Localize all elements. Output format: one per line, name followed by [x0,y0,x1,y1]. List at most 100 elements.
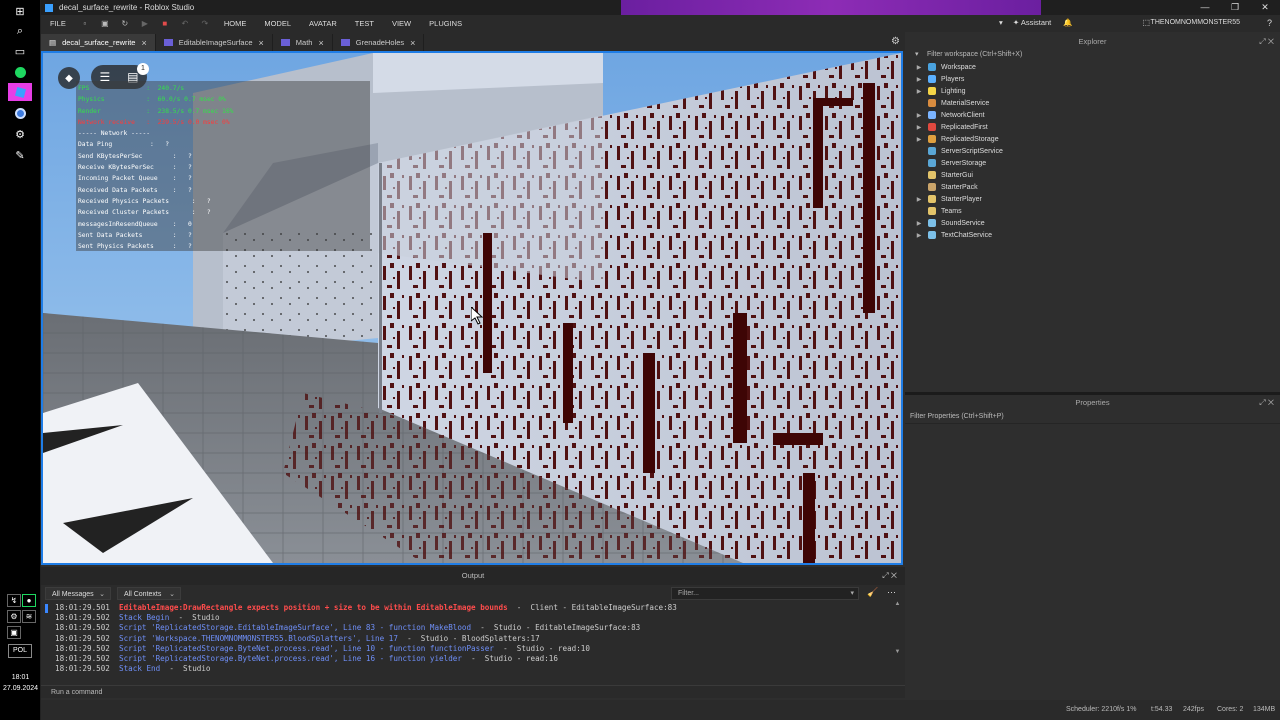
explorer-item[interactable]: MaterialService [905,97,1280,109]
menu-test[interactable]: TEST [346,19,383,28]
explorer-item[interactable]: ServerStorage [905,157,1280,169]
task-view-icon[interactable]: ▭ [8,42,32,60]
maximize-button[interactable]: ❐ [1220,0,1250,15]
share-icon[interactable]: ⬚ [1142,18,1150,27]
explorer-item[interactable]: ▶ Lighting [905,85,1280,97]
explorer-item[interactable]: ▶ ReplicatedStorage [905,133,1280,145]
expand-arrow-icon[interactable]: ▶ [910,196,928,203]
tray-app-icon[interactable]: ↯ [7,594,21,607]
explorer-item[interactable]: ServerScriptService [905,145,1280,157]
clock[interactable]: 18:01 27.09.2024 [0,672,41,694]
messages-filter-dropdown[interactable]: All Messages ⌄ [45,587,111,600]
tab-decal-surface-rewrite[interactable]: ▤ decal_surface_rewrite × [41,34,156,51]
output-line[interactable]: 18:01:29.502 Script 'Workspace.THENOMNOM… [41,634,903,644]
chevron-down-icon: ⌄ [169,591,175,598]
mouse-cursor-icon [471,307,483,325]
help-icon[interactable]: ? [1267,18,1272,28]
command-bar[interactable]: Run a command [41,685,905,698]
explorer-item[interactable]: ▶ Players [905,73,1280,85]
tab-grenade-holes[interactable]: GrenadeHoles × [333,34,425,51]
output-line[interactable]: 18:01:29.502 Script 'ReplicatedStorage.E… [41,623,903,633]
play-icon[interactable]: ▶ [140,19,150,29]
output-scrollbar[interactable]: ▲ ▼ [893,601,902,683]
expand-arrow-icon[interactable]: ▶ [910,76,928,83]
stop-icon[interactable]: ■ [160,19,170,29]
explorer-item[interactable]: ▶ Workspace [905,61,1280,73]
expand-arrow-icon[interactable]: ▶ [910,64,928,71]
contexts-filter-dropdown[interactable]: All Contexts ⌄ [117,587,181,600]
explorer-filter-field[interactable]: ▾ Filter workspace (Ctrl+Shift+X) [905,49,1280,61]
explorer-item[interactable]: StarterPack [905,181,1280,193]
expand-arrow-icon[interactable]: ▶ [910,124,928,131]
output-line[interactable]: 18:01:29.502 Stack Begin - Studio [41,613,903,623]
language-indicator[interactable]: POL [8,644,32,658]
service-icon [928,207,936,215]
explorer-item[interactable]: StarterGui [905,169,1280,181]
panel-controls[interactable]: ⤢ ✕ [1259,395,1274,410]
close-icon[interactable]: × [259,38,264,48]
explorer-item[interactable]: ▶ ReplicatedFirst [905,121,1280,133]
explorer-item[interactable]: ▶ SoundService [905,217,1280,229]
3d-viewport[interactable]: ◆ ☰ ▤ 1 FPS : 240.7/s Physics : 60.0/s 0.… [41,51,903,565]
assistant-label: Assistant [1020,18,1052,27]
properties-title: Properties [1075,398,1110,407]
windows-start-icon[interactable]: ⊞ [8,2,32,20]
tray-wifi-icon[interactable]: ≋ [22,610,36,623]
menu-file[interactable]: FILE [41,19,75,28]
new-file-icon[interactable]: ▫ [80,19,90,29]
explorer-item[interactable]: ▶ NetworkClient [905,109,1280,121]
output-message: Script 'ReplicatedStorage.ByteNet.proces… [119,654,462,664]
browser-icon[interactable] [8,104,32,122]
output-line[interactable]: 18:01:29.502 Script 'ReplicatedStorage.B… [41,644,903,654]
redo-icon[interactable]: ↻ [120,19,130,29]
tray-steam-icon[interactable]: ⚙ [7,610,21,623]
close-icon[interactable]: × [410,38,415,48]
panel-controls[interactable]: ⤢ ✕ [882,567,897,585]
menu-model[interactable]: MODEL [255,19,300,28]
close-button[interactable]: ✕ [1250,0,1280,15]
explorer-item[interactable]: ▶ StarterPlayer [905,193,1280,205]
menu-avatar[interactable]: AVATAR [300,19,346,28]
close-icon[interactable]: × [141,38,146,48]
assistant-button[interactable]: ▾ ✦ Assistant 🔔 [999,18,1073,27]
settings-gear-icon[interactable]: ⚙ [891,36,900,47]
output-timestamp: 18:01:29.502 [55,633,110,643]
app-icon[interactable]: ✎ [8,146,32,164]
stats-line: Send KBytesPerSec : ? [78,152,192,160]
clear-output-icon[interactable]: 🧹 [867,587,878,598]
bell-icon[interactable]: 🔔 [1063,18,1072,27]
explorer-item[interactable]: Teams [905,205,1280,217]
tray-display-icon[interactable]: ▣ [7,626,21,639]
more-options-icon[interactable]: ⋯ [887,587,896,598]
spotify-icon[interactable] [8,63,32,81]
service-icon [928,147,936,155]
redo-arrow-icon[interactable]: ↷ [200,19,210,29]
undo-icon[interactable]: ↶ [180,19,190,29]
explorer-item[interactable]: ▶ TextChatService [905,229,1280,241]
expand-arrow-icon[interactable]: ▶ [910,112,928,119]
menu-home[interactable]: HOME [215,19,256,28]
steam-icon[interactable]: ⚙ [8,125,32,143]
minimize-button[interactable]: — [1190,0,1220,15]
expand-arrow-icon[interactable]: ▶ [910,88,928,95]
tab-math[interactable]: Math × [273,34,333,51]
output-line[interactable]: 18:01:29.502 Stack End - Studio [41,664,903,674]
output-line[interactable]: 18:01:29.501 EditableImage:DrawRectangle… [41,603,903,613]
properties-filter-field[interactable]: Filter Properties (Ctrl+Shift+P) [905,410,1280,424]
save-icon[interactable]: ▣ [100,19,110,29]
output-line[interactable]: 18:01:29.502 Script 'ReplicatedStorage.B… [41,654,903,664]
expand-arrow-icon[interactable]: ▶ [910,220,928,227]
expand-arrow-icon[interactable]: ▶ [910,232,928,239]
expand-arrow-icon[interactable]: ▶ [910,136,928,143]
username[interactable]: THENOMNOMMONSTER55 [1151,19,1240,26]
chevron-down-icon: ▾ [850,590,854,597]
output-filter-input[interactable]: Filter... ▾ [671,587,859,600]
tray-spotify-icon[interactable]: ● [22,594,36,607]
search-icon[interactable]: ⌕ [8,22,32,40]
menu-plugins[interactable]: PLUGINS [420,19,471,28]
panel-controls[interactable]: ⤢ ✕ [1259,34,1274,49]
menu-view[interactable]: VIEW [383,19,420,28]
tab-editable-image-surface[interactable]: EditableImageSurface × [156,34,273,51]
close-icon[interactable]: × [318,38,323,48]
roblox-studio-icon[interactable] [8,83,32,101]
